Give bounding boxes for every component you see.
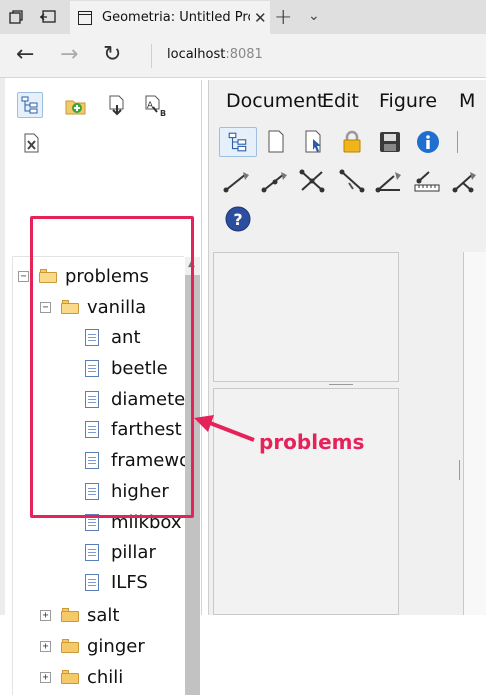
draw-segment-icon[interactable]	[219, 166, 257, 196]
tab-geometria[interactable]: Geometria: Untitled Pro ✕	[70, 1, 270, 34]
save-icon[interactable]	[371, 127, 409, 157]
tree-folder-ginger[interactable]: + ginger	[40, 634, 145, 658]
import-document-icon[interactable]	[104, 93, 130, 119]
svg-text:B: B	[160, 109, 166, 117]
pane-vertical-splitter[interactable]	[459, 460, 461, 480]
toolbar-row-3: ?	[219, 204, 257, 234]
tab-actions-icon[interactable]	[6, 7, 26, 27]
forward-button[interactable]: →	[60, 42, 78, 67]
help-icon[interactable]: ?	[219, 204, 257, 234]
drawing-pane-top[interactable]	[213, 252, 399, 382]
draw-compass-icon[interactable]	[447, 166, 485, 196]
expand-icon[interactable]: +	[40, 609, 51, 621]
close-tab-icon[interactable]: ✕	[254, 9, 267, 27]
tab-menu-chevron-icon[interactable]: ⌄	[308, 8, 320, 24]
tree-label: pillar	[111, 541, 156, 563]
tree-label: ginger	[87, 635, 145, 657]
page-icon	[78, 10, 92, 25]
toolbar-row-2	[219, 166, 485, 196]
svg-text:A: A	[147, 101, 154, 111]
address-field[interactable]: localhost:8081	[167, 47, 263, 62]
svg-text:?: ?	[233, 210, 242, 229]
annotation-highlight-box	[30, 216, 194, 518]
expand-icon[interactable]: +	[40, 671, 51, 683]
tree-label: salt	[87, 604, 120, 626]
expand-icon[interactable]: +	[40, 640, 51, 652]
folder-icon	[61, 608, 79, 622]
toolbar-row-1	[219, 127, 467, 157]
tree-folder-salt[interactable]: + salt	[40, 603, 119, 627]
menu-edit[interactable]: Edit	[322, 88, 379, 118]
new-tab-button[interactable]: +	[274, 5, 292, 30]
edit-pointer-icon[interactable]	[295, 127, 333, 157]
page-left-edge	[0, 78, 5, 615]
browser-tab-bar: Geometria: Untitled Pro ✕ + ⌄	[0, 0, 486, 34]
tree-file[interactable]: pillar	[85, 540, 156, 564]
toolbar-divider	[447, 127, 467, 157]
lock-icon[interactable]	[333, 127, 371, 157]
info-icon[interactable]	[409, 127, 447, 157]
tree-label: ILFS	[111, 571, 148, 593]
tree-file[interactable]: ILFS	[85, 570, 148, 594]
menu-figure[interactable]: Figure	[379, 88, 459, 118]
annotation-label: problems	[259, 430, 365, 454]
pane-splitter[interactable]	[329, 384, 353, 386]
rename-document-icon[interactable]: AB	[143, 93, 169, 119]
document-icon	[85, 543, 99, 561]
tab-title: Geometria: Untitled Pro	[102, 10, 250, 25]
tree-view-icon[interactable]	[219, 127, 257, 157]
draw-intersection-icon[interactable]	[295, 166, 333, 196]
collapse-icon[interactable]: −	[18, 270, 29, 282]
menu-bar: Document Edit Figure M	[209, 88, 479, 118]
tree-view-icon[interactable]	[17, 92, 43, 118]
document-icon	[85, 573, 99, 591]
tree-label: chili	[87, 666, 124, 688]
menu-document[interactable]: Document	[209, 88, 324, 118]
folder-icon	[61, 670, 79, 684]
editor-panel: Document Edit Figure M ?	[208, 80, 486, 615]
folder-icon	[61, 639, 79, 653]
menu-more[interactable]: M	[459, 88, 479, 118]
set-aside-tabs-icon[interactable]	[38, 7, 58, 27]
draw-ray-icon[interactable]	[257, 166, 295, 196]
add-folder-icon[interactable]	[63, 93, 89, 119]
delete-document-icon[interactable]	[19, 131, 45, 157]
draw-perpendicular-icon[interactable]	[333, 166, 371, 196]
measure-ruler-icon[interactable]	[409, 166, 447, 196]
side-pane[interactable]	[463, 252, 486, 615]
new-document-icon[interactable]	[257, 127, 295, 157]
address-host: localhost	[167, 47, 226, 62]
annotation-arrow-icon	[194, 415, 255, 442]
address-bar-row: ← → ↻ localhost:8081	[0, 34, 486, 78]
address-port: :8081	[225, 47, 263, 62]
reload-button[interactable]: ↻	[103, 42, 121, 67]
draw-angle-icon[interactable]	[371, 166, 409, 196]
tree-folder-chili[interactable]: + chili	[40, 665, 123, 689]
back-button[interactable]: ←	[16, 42, 34, 67]
address-divider	[151, 44, 152, 68]
